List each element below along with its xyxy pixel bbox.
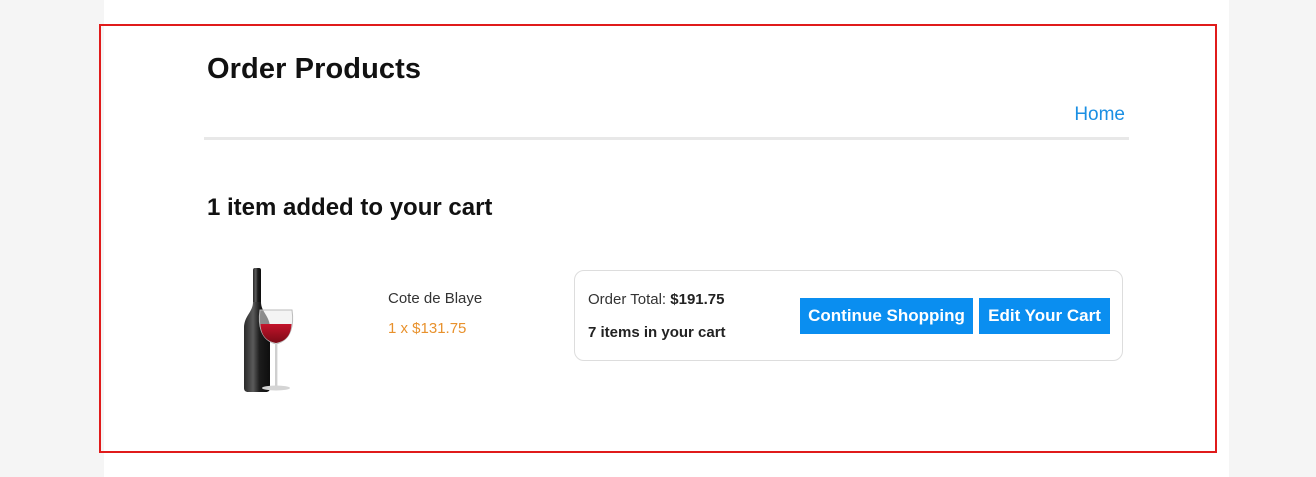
- order-total-value: $191.75: [670, 291, 725, 308]
- cart-items-count: 7 items in your cart: [588, 324, 726, 341]
- product-qty-price: 1 x $131.75: [388, 320, 467, 337]
- order-total-label: Order Total:: [588, 291, 671, 308]
- cart-added-heading: 1 item added to your cart: [207, 194, 493, 221]
- wine-bottle-and-glass-icon: [232, 262, 312, 396]
- page-title: Order Products: [207, 53, 422, 85]
- cart-summary-box: Order Total: $191.75 7 items in your car…: [574, 270, 1123, 361]
- header-divider: [204, 137, 1129, 140]
- edit-cart-button[interactable]: Edit Your Cart: [979, 298, 1110, 334]
- continue-shopping-button[interactable]: Continue Shopping: [800, 298, 973, 334]
- product-name: Cote de Blaye: [388, 290, 483, 307]
- order-total: Order Total: $191.75: [588, 291, 725, 308]
- home-link[interactable]: Home: [1074, 104, 1125, 126]
